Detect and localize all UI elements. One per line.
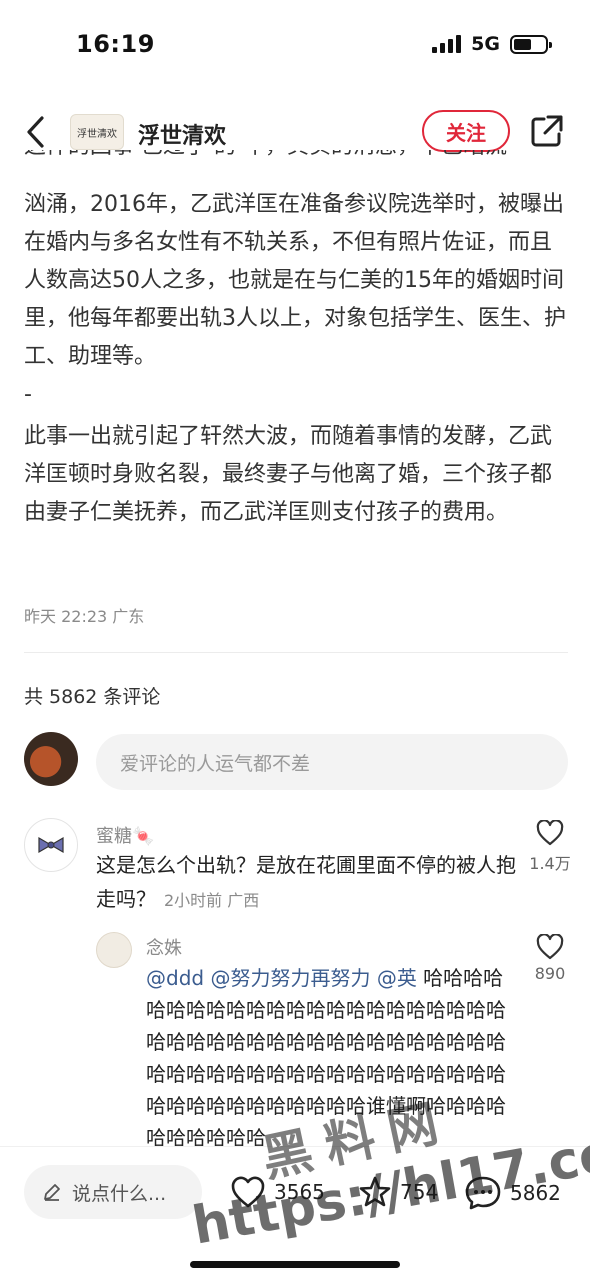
reply-avatar[interactable] bbox=[96, 932, 132, 968]
article-separator: - bbox=[24, 382, 32, 407]
follow-button[interactable]: 关注 bbox=[422, 110, 510, 152]
avatar-logo-text: 浮世清欢 bbox=[77, 128, 117, 140]
mention-link[interactable]: @ddd bbox=[146, 966, 204, 990]
star-icon bbox=[359, 1176, 391, 1207]
author-name[interactable]: 浮世清欢 bbox=[138, 118, 226, 150]
pencil-icon bbox=[44, 1184, 60, 1201]
mention-link[interactable]: @英 bbox=[377, 966, 417, 990]
user-avatar bbox=[24, 732, 78, 786]
bottom-bar: 说点什么... 3565 754 5862 bbox=[0, 1146, 590, 1280]
commenter-avatar[interactable] bbox=[24, 818, 78, 872]
comment-input-placeholder: 爱评论的人运气都不差 bbox=[120, 752, 311, 775]
say-something-label: 说点什么... bbox=[72, 1182, 167, 1205]
comment-like-button[interactable]: 1.4万 bbox=[526, 820, 574, 874]
divider bbox=[24, 652, 568, 653]
heart-icon bbox=[536, 934, 564, 960]
say-something-button[interactable]: 说点什么... bbox=[24, 1165, 202, 1219]
comment-text: 这是怎么个出轨？是放在花圃里面不停的被人抱走吗？ 2小时前 广西 bbox=[96, 848, 516, 918]
home-indicator bbox=[190, 1261, 400, 1268]
comment-input[interactable]: 爱评论的人运气都不差 bbox=[96, 734, 568, 790]
article-clipped-line: 这件的回事 已过了 的 年，其实的消息，早已暗流 bbox=[24, 150, 570, 168]
status-bar: 16:19 5G bbox=[0, 0, 590, 90]
article-paragraph: 汹涌，2016年，乙武洋匡在准备参议院选举时，被曝出在婚内与多名女性有不轨关系，… bbox=[24, 192, 566, 369]
heart-icon bbox=[231, 1176, 265, 1208]
reply-name[interactable]: 念姝 bbox=[146, 934, 182, 960]
status-indicators: 5G bbox=[432, 33, 552, 55]
signal-icon bbox=[432, 35, 462, 53]
comment-like-count: 1.4万 bbox=[529, 854, 571, 873]
author-avatar[interactable]: 浮世清欢 bbox=[70, 114, 124, 150]
reply-text: @ddd @努力努力再努力 @英 哈哈哈哈哈哈哈哈哈哈哈哈哈哈哈哈哈哈哈哈哈哈哈… bbox=[146, 962, 512, 1150]
reply-like-count: 890 bbox=[534, 964, 566, 983]
mention-link[interactable]: @努力努力再努力 bbox=[210, 966, 370, 990]
comment-body: 这是怎么个出轨？是放在花圃里面不停的被人抱走吗？ bbox=[96, 853, 516, 911]
like-count: 3565 bbox=[274, 1180, 325, 1204]
reply-body: 哈哈哈哈哈哈哈哈哈哈哈哈哈哈哈哈哈哈哈哈哈哈哈哈哈哈哈哈哈哈哈哈哈哈哈哈哈哈哈哈… bbox=[146, 966, 506, 1150]
article-body: 这件的回事 已过了 的 年，其实的消息，早已暗流 汹涌，2016年，乙武洋匡在准… bbox=[24, 150, 570, 580]
back-arrow-icon[interactable] bbox=[22, 114, 52, 150]
share-icon[interactable] bbox=[530, 114, 564, 148]
network-type: 5G bbox=[471, 33, 500, 55]
like-button[interactable]: 3565 bbox=[230, 1175, 325, 1209]
clipped-line-text: 这件的回事 已过了 的 年，其实的消息，早已暗流 bbox=[24, 150, 570, 166]
commenter-name[interactable]: 蜜糖🍬 bbox=[96, 822, 154, 848]
favorite-count: 754 bbox=[400, 1180, 439, 1204]
favorite-button[interactable]: 754 bbox=[358, 1175, 438, 1209]
reply-like-button[interactable]: 890 bbox=[526, 934, 574, 983]
post-meta: 昨天 22:23 广东 bbox=[24, 607, 145, 626]
comment-time: 2小时前 广西 bbox=[164, 891, 260, 910]
comment-button[interactable]: 5862 bbox=[464, 1175, 561, 1211]
comment-total: 5862 bbox=[510, 1181, 561, 1205]
comment-bubble-icon bbox=[465, 1176, 501, 1210]
battery-icon bbox=[510, 34, 552, 54]
heart-icon bbox=[536, 820, 564, 846]
bow-icon bbox=[38, 836, 64, 854]
article-paragraph: 此事一出就引起了轩然大波，而随着事情的发酵，乙武洋匡顿时身败名裂，最终妻子与他离… bbox=[24, 424, 553, 525]
comment-count: 共 5862 条评论 bbox=[24, 686, 161, 708]
status-time: 16:19 bbox=[76, 30, 155, 58]
